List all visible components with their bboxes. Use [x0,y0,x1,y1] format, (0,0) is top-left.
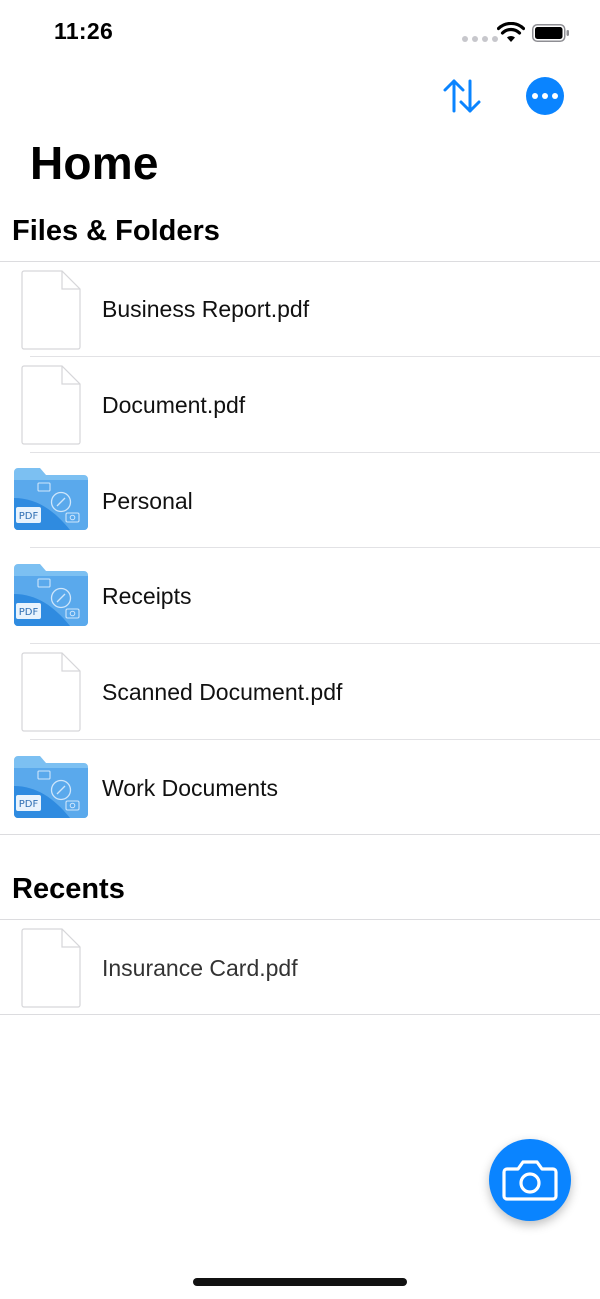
pdf-badge: PDF [19,607,39,618]
section-title-recents: Recents [12,873,125,905]
list-item[interactable]: Document.pdf [0,357,600,453]
list-item-label: Business Report.pdf [102,296,310,322]
battery-icon [532,24,569,42]
pdf-badge: PDF [19,799,39,810]
divider [0,1014,600,1015]
document-icon [21,270,81,350]
home-screen: 11:26 Home Files & Folders Business Repo… [0,0,600,1299]
status-bar: 11:26 [0,0,600,64]
document-icon [21,365,81,445]
wifi-icon [497,22,525,42]
folder-icon: PDF [14,468,88,530]
sort-button[interactable] [441,76,483,116]
page-title: Home [30,137,159,189]
list-item-label: Personal [102,488,193,514]
list-item-label: Scanned Document.pdf [102,679,343,705]
more-options-button[interactable] [526,77,564,115]
list-item[interactable]: PDF Work Documents [0,740,600,836]
home-indicator [193,1278,407,1286]
sort-arrows-icon [443,79,481,113]
document-icon [21,652,81,732]
list-item[interactable]: PDF Personal [0,453,600,549]
list-item-label: Insurance Card.pdf [102,955,298,981]
camera-icon [502,1160,558,1201]
section-title-files: Files & Folders [12,215,220,247]
pdf-badge: PDF [19,511,39,522]
list-item[interactable]: Scanned Document.pdf [0,644,600,740]
document-icon [21,928,81,1008]
list-item-label: Document.pdf [102,392,246,418]
folder-icon: PDF [14,564,88,626]
list-item-label: Receipts [102,583,192,609]
divider [0,834,600,835]
list-item-label: Work Documents [102,775,278,801]
ellipsis-icon [532,93,538,99]
list-item[interactable]: Insurance Card.pdf [0,920,600,1016]
folder-icon: PDF [14,756,88,818]
camera-button[interactable] [489,1139,571,1221]
cellular-signal-icon [462,36,498,42]
list-item[interactable]: Business Report.pdf [0,262,600,358]
list-item[interactable]: PDF Receipts [0,548,600,644]
status-time: 11:26 [54,18,114,44]
